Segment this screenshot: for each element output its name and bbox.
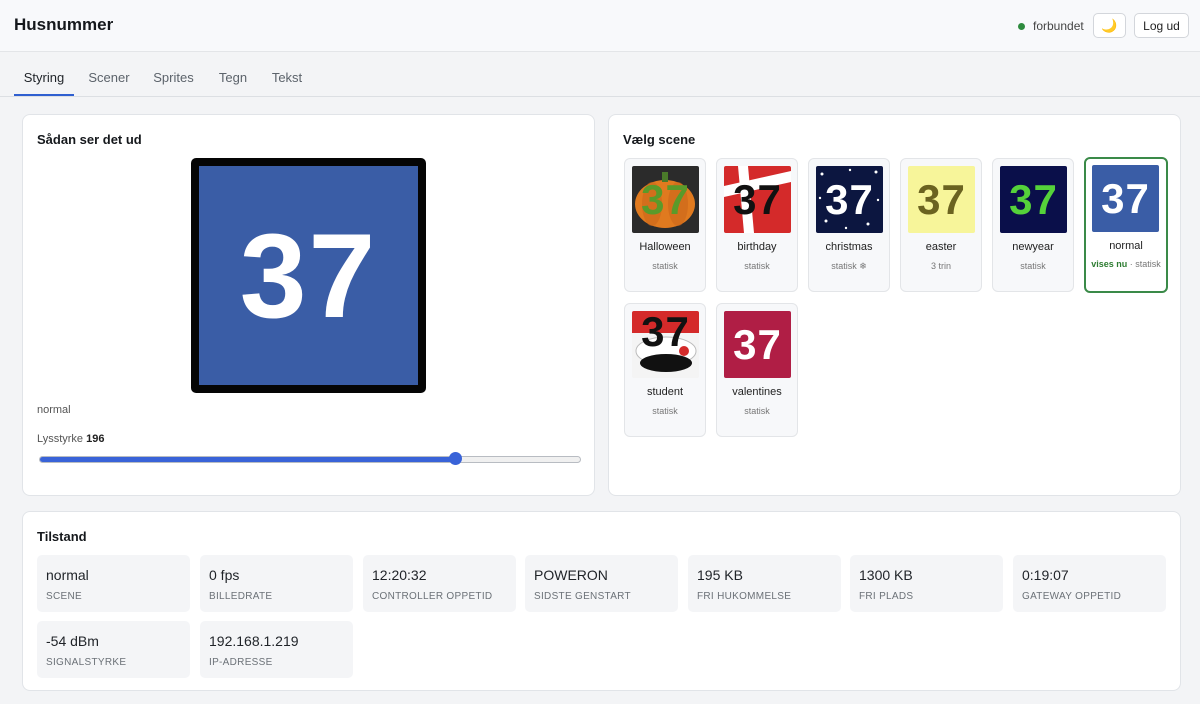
stat-value: normal: [46, 567, 89, 583]
scene-name: easter: [925, 241, 957, 253]
display-preview-frame: 37: [191, 158, 426, 393]
scene-now-showing: vises nu: [1091, 259, 1128, 269]
tab-tekst[interactable]: Tekst: [270, 65, 304, 96]
scene-thumbnail: 37: [724, 311, 791, 378]
scene-mode: statisk ❄: [831, 261, 867, 271]
stat-ip-address: 192.168.1.219 IP-adresse: [200, 621, 353, 678]
scene-number: 37: [825, 175, 874, 223]
logout-button[interactable]: Log ud: [1134, 13, 1189, 38]
brightness-slider[interactable]: [39, 452, 581, 465]
app-title: Husnummer: [14, 15, 114, 34]
scene-thumbnail: 37: [632, 311, 699, 378]
scene-name: normal: [1109, 240, 1143, 252]
scene-card-normal[interactable]: 37 normal vises nu · statisk: [1084, 157, 1168, 293]
top-bar: Husnummer forbundet 🌙 Log ud: [0, 0, 1200, 52]
stat-value: 1300 KB: [859, 567, 913, 583]
preview-title: Sådan ser det ud: [37, 132, 142, 147]
stat-label: Fri plads: [859, 591, 914, 602]
stat-scene: normal Scene: [37, 555, 190, 612]
scene-thumbnail: 37: [1000, 166, 1067, 233]
scene-name: christmas: [825, 241, 873, 253]
scene-card-newyear[interactable]: 37 newyear statisk: [992, 158, 1074, 292]
stat-label: Signalstyrke: [46, 657, 127, 668]
moon-icon: 🌙: [1101, 17, 1118, 33]
scene-mode: statisk: [652, 406, 678, 416]
stat-label: Billedrate: [209, 591, 273, 602]
connection-dot-icon: [1018, 22, 1025, 30]
stat-label: Controller oppetid: [372, 591, 493, 602]
scene-mode: 3 trin: [930, 261, 951, 271]
preview-scene-name: normal: [37, 404, 71, 416]
brightness-label-text: Lysstyrke: [37, 433, 84, 445]
preview-card: Sådan ser det ud 37 normal Lysstyrke 196: [22, 114, 595, 496]
scene-mode-text: · statisk: [1129, 259, 1161, 269]
scene-card-student[interactable]: 37 student statisk: [624, 303, 706, 437]
scene-mode: statisk: [652, 261, 678, 271]
stat-framerate: 0 fps Billedrate: [200, 555, 353, 612]
display-number: 37: [239, 208, 378, 343]
tab-scener[interactable]: Scener: [86, 65, 132, 96]
stat-value: 0:19:07: [1022, 567, 1069, 583]
scene-picker-card: Vælg scene 37 Halloween statisk 37 birth…: [608, 114, 1181, 496]
scene-mode: statisk: [744, 261, 770, 271]
stat-value: 192.168.1.219: [209, 633, 299, 649]
brightness-slider-handle[interactable]: [449, 452, 463, 465]
scene-thumbnail: 37: [908, 166, 975, 233]
stat-label: Fri hukommelse: [697, 591, 792, 602]
scene-number: 37: [1101, 174, 1150, 222]
scene-number: 37: [733, 320, 782, 368]
scene-picker-title: Vælg scene: [623, 132, 696, 147]
scene-mode: vises nu · statisk: [1086, 258, 1166, 270]
status-card: Tilstand normal Scene 0 fps Billedrate 1…: [22, 511, 1181, 691]
stat-value: 195 KB: [697, 567, 743, 583]
connection-status: forbundet: [1018, 19, 1084, 33]
brightness-slider-fill: [40, 457, 456, 462]
stat-value: -54 dBm: [46, 633, 99, 649]
scene-number: 37: [1009, 175, 1058, 223]
scene-name: valentines: [732, 386, 782, 398]
stat-value: 0 fps: [209, 567, 240, 583]
scene-card-christmas[interactable]: 37 christmas statisk ❄: [808, 158, 890, 292]
tab-styring[interactable]: Styring: [14, 65, 74, 96]
brightness-label: Lysstyrke 196: [37, 433, 104, 445]
scene-thumbnail: 37: [724, 166, 791, 233]
scene-card-easter[interactable]: 37 easter 3 trin: [900, 158, 982, 292]
stat-value: POWERON: [534, 567, 608, 583]
scene-number: 37: [733, 175, 782, 223]
stat-label: Scene: [46, 591, 82, 602]
stat-signal-strength: -54 dBm Signalstyrke: [37, 621, 190, 678]
tab-bar: Styring Scener Sprites Tegn Tekst: [0, 53, 1200, 97]
scene-card-birthday[interactable]: 37 birthday statisk: [716, 158, 798, 292]
stat-last-restart: POWERON Sidste genstart: [525, 555, 678, 612]
display-preview: 37: [199, 166, 418, 385]
stat-value: 12:20:32: [372, 567, 427, 583]
scene-name: Halloween: [639, 241, 691, 253]
scene-mode: statisk: [1020, 261, 1046, 271]
scene-name: birthday: [737, 241, 777, 253]
scene-name: student: [646, 386, 684, 398]
theme-toggle-button[interactable]: 🌙: [1093, 13, 1126, 38]
status-title: Tilstand: [37, 529, 87, 544]
scene-thumbnail: 37: [1092, 165, 1159, 232]
stat-free-space: 1300 KB Fri plads: [850, 555, 1003, 612]
stat-label: Gateway oppetid: [1022, 591, 1122, 602]
tab-tegn[interactable]: Tegn: [216, 65, 250, 96]
scene-number: 37: [641, 311, 690, 355]
scene-card-halloween[interactable]: 37 Halloween statisk: [624, 158, 706, 292]
stat-label: Sidste genstart: [534, 591, 631, 602]
tab-sprites[interactable]: Sprites: [150, 65, 197, 96]
brightness-value: 196: [86, 433, 105, 445]
scene-name: newyear: [1012, 241, 1054, 253]
scene-number: 37: [917, 175, 966, 223]
scene-card-valentines[interactable]: 37 valentines statisk: [716, 303, 798, 437]
scene-thumbnail: 37: [816, 166, 883, 233]
connection-status-text: forbundet: [1033, 19, 1084, 33]
scene-thumbnail: 37: [632, 166, 699, 233]
stat-label: IP-adresse: [209, 657, 273, 668]
stat-controller-uptime: 12:20:32 Controller oppetid: [363, 555, 516, 612]
scene-mode: statisk: [744, 406, 770, 416]
stat-gateway-uptime: 0:19:07 Gateway oppetid: [1013, 555, 1166, 612]
stat-free-memory: 195 KB Fri hukommelse: [688, 555, 841, 612]
scene-number: 37: [641, 175, 690, 223]
